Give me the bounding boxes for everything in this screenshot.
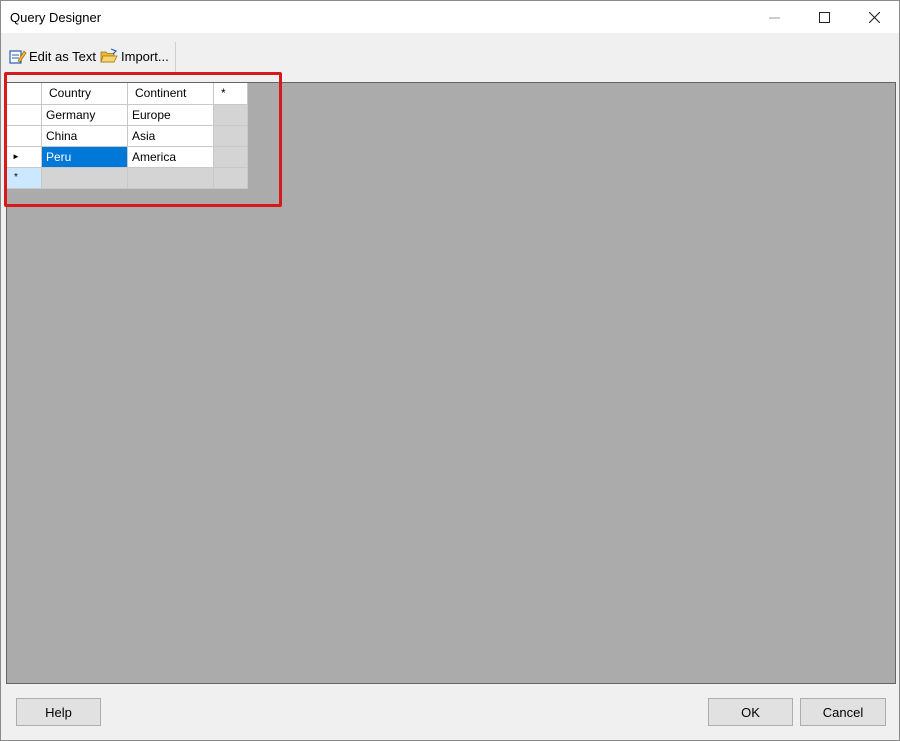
minimize-button[interactable] — [751, 1, 797, 33]
close-button[interactable] — [851, 1, 897, 33]
table-cell[interactable]: Asia — [128, 126, 214, 147]
maximize-icon — [818, 11, 830, 23]
column-header-continent[interactable]: Continent — [128, 83, 214, 105]
toolbar-separator — [175, 42, 176, 72]
table-cell[interactable]: China — [42, 126, 128, 147]
table-cell[interactable]: Europe — [128, 105, 214, 126]
table-cell[interactable]: Germany — [42, 105, 128, 126]
row-header[interactable] — [7, 105, 42, 126]
edit-as-text-button[interactable]: Edit as Text — [9, 46, 96, 66]
query-grid-area[interactable]: Country Continent * Germany Europe China… — [6, 82, 896, 684]
edit-text-icon — [9, 49, 27, 64]
edit-as-text-label: Edit as Text — [29, 48, 96, 64]
table-cell-empty[interactable] — [214, 147, 248, 168]
import-button[interactable]: Import... — [100, 46, 169, 66]
new-row-cell[interactable] — [42, 168, 128, 189]
title-bar: Query Designer — [1, 1, 899, 33]
cancel-button[interactable]: Cancel — [800, 698, 886, 726]
new-row-indicator[interactable]: * — [7, 168, 42, 189]
query-designer-window: Query Designer Edit as Text Import... Co… — [0, 0, 900, 741]
maximize-button[interactable] — [801, 1, 847, 33]
minimize-icon — [768, 17, 780, 18]
close-icon — [868, 11, 880, 23]
table-cell-empty[interactable] — [214, 105, 248, 126]
selected-cell[interactable]: Peru — [42, 147, 128, 168]
new-row-cell[interactable] — [214, 168, 248, 189]
new-row-cell[interactable] — [128, 168, 214, 189]
column-header-new[interactable]: * — [214, 83, 248, 105]
toolbar: Edit as Text Import... — [1, 34, 899, 78]
window-title: Query Designer — [10, 10, 102, 25]
ok-button[interactable]: OK — [708, 698, 793, 726]
table-cell[interactable]: America — [128, 147, 214, 168]
row-header[interactable] — [7, 126, 42, 147]
table-cell-empty[interactable] — [214, 126, 248, 147]
current-row-indicator[interactable]: ► — [7, 147, 42, 168]
grid-corner-header[interactable] — [7, 83, 42, 105]
column-header-country[interactable]: Country — [42, 83, 128, 105]
import-label: Import... — [121, 48, 169, 64]
help-button[interactable]: Help — [16, 698, 101, 726]
folder-open-icon — [100, 47, 118, 62]
